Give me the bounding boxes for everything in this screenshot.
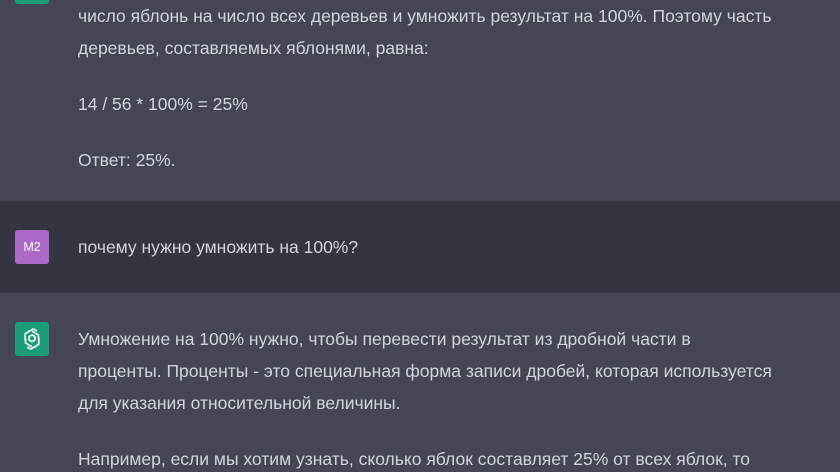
message-text: Умножение на 100% нужно, чтобы перевести… (78, 323, 834, 472)
openai-logo-icon (24, 328, 40, 350)
text-line: число яблонь на число всех деревьев и ум… (78, 6, 772, 26)
message-text: почему нужно умножить на 100%? (78, 231, 834, 263)
bot-avatar (15, 322, 49, 356)
text-line: почему нужно умножить на 100%? (78, 237, 359, 257)
text-line: деревьев, составляемых яблонями, равна: (78, 38, 429, 58)
answer-line: Ответ: 25%. (78, 150, 176, 170)
text-line: Умножение на 100% нужно, чтобы перевести… (78, 329, 691, 349)
text-line: для указания относительной величины. (78, 393, 401, 413)
message-text: число яблонь на число всех деревьев и ум… (78, 0, 834, 176)
bot-avatar-partial (15, 0, 49, 4)
user-avatar-label: M2 (23, 240, 41, 254)
chat-thread: число яблонь на число всех деревьев и ум… (0, 0, 840, 472)
user-avatar: M2 (15, 230, 49, 264)
assistant-message-previous: число яблонь на число всех деревьев и ум… (0, 0, 840, 201)
user-message: M2 почему нужно умножить на 100%? (0, 201, 840, 293)
formula-line: 14 / 56 * 100% = 25% (78, 94, 248, 114)
text-line: Например, если мы хотим узнать, сколько … (78, 449, 751, 469)
assistant-message: Умножение на 100% нужно, чтобы перевести… (0, 293, 840, 472)
text-line: проценты. Проценты - это специальная фор… (78, 361, 772, 381)
